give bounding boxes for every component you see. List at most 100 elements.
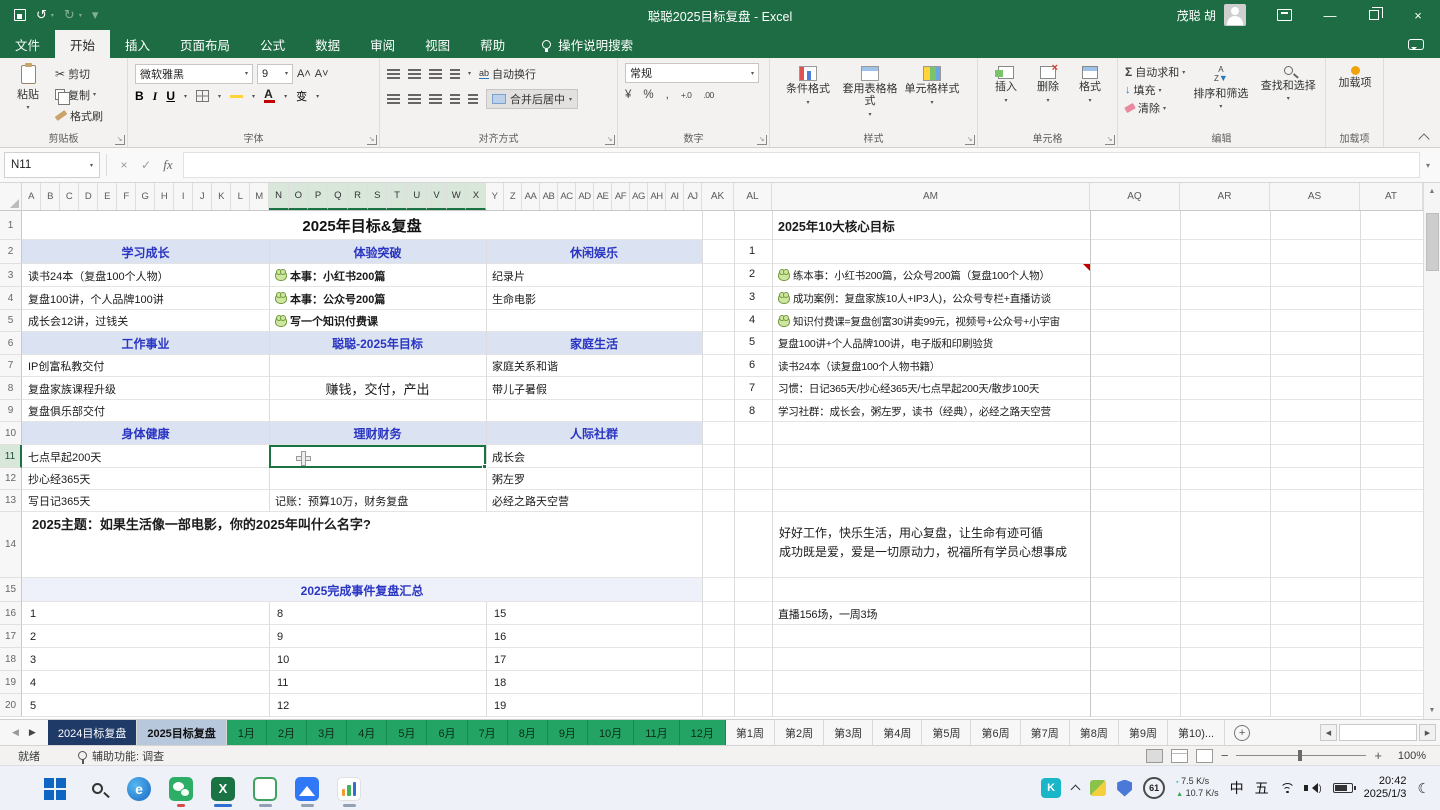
sheet-tab-week[interactable]: 第6周 — [971, 720, 1020, 745]
cell[interactable]: 复盘俱乐部交付 — [22, 400, 269, 422]
column-header-selected[interactable]: S — [368, 183, 388, 210]
cell[interactable]: 8 — [734, 399, 770, 422]
font-family-select[interactable]: 微软雅黑▾ — [135, 64, 253, 84]
restore-button[interactable] — [1352, 0, 1396, 30]
fill-handle[interactable] — [482, 464, 487, 469]
sheet-nav-next-icon[interactable]: ▶ — [29, 727, 36, 738]
font-dialog-launcher[interactable]: ↘ — [367, 135, 377, 145]
sheet-tab-month[interactable]: 12月 — [680, 720, 726, 745]
format-as-table-button[interactable]: 套用表格格式▾ — [839, 63, 901, 131]
section-header[interactable]: 理财财务 — [269, 425, 486, 442]
sheet-tab-month[interactable]: 4月 — [347, 720, 387, 745]
format-cells-button[interactable]: 格式▾ — [1069, 63, 1111, 131]
ribbon-display-options-button[interactable] — [1264, 0, 1308, 30]
cell[interactable]: 10 — [277, 648, 289, 671]
column-header[interactable]: AL — [734, 183, 772, 210]
sheet-nav-prev-icon[interactable]: ◀ — [12, 727, 19, 738]
row-header[interactable]: 2 — [0, 240, 22, 264]
styles-dialog-launcher[interactable]: ↘ — [965, 135, 975, 145]
column-header[interactable]: AB — [540, 183, 558, 210]
column-header[interactable]: AI — [666, 183, 684, 210]
column-header[interactable]: AA — [522, 183, 540, 210]
tab-review[interactable]: 审阅 — [355, 30, 410, 58]
number-dialog-launcher[interactable]: ↘ — [757, 135, 767, 145]
section-header[interactable]: 人际社群 — [486, 425, 702, 442]
row-header[interactable]: 1 — [0, 211, 22, 240]
column-header[interactable]: B — [41, 183, 60, 210]
panel-item[interactable]: 习惯：日记365天/抄心经365天/七点早起200天/散步100天 — [772, 377, 1089, 400]
column-header-selected[interactable]: O — [289, 183, 309, 210]
panel-title-cell[interactable]: 2025年10大核心目标 — [772, 211, 1090, 240]
sheet-tab-month[interactable]: 3月 — [307, 720, 347, 745]
decrease-indent-icon[interactable] — [450, 94, 460, 104]
row-header[interactable]: 10 — [0, 422, 22, 445]
zoom-slider[interactable] — [1236, 755, 1366, 756]
sheet-tab-month[interactable]: 1月 — [227, 720, 267, 745]
cell[interactable]: 纪录片 — [486, 264, 702, 287]
hscroll-left-icon[interactable]: ◀ — [1320, 724, 1337, 741]
tab-page-layout[interactable]: 页面布局 — [165, 30, 245, 58]
section-header[interactable]: 学习成长 — [22, 244, 269, 261]
row-header[interactable]: 4 — [0, 287, 22, 310]
user-name[interactable]: 茂聪 胡 — [1177, 7, 1216, 24]
cell[interactable]: 3 — [734, 286, 770, 309]
tray-app-icon[interactable]: K — [1041, 778, 1061, 798]
screenshot-tool-button[interactable] — [252, 770, 278, 807]
select-all-corner[interactable] — [0, 183, 22, 210]
sheet-tab-month[interactable]: 9月 — [548, 720, 588, 745]
column-header[interactable]: H — [155, 183, 174, 210]
cell[interactable]: 写一个知识付费课 — [269, 310, 486, 332]
hscroll-right-icon[interactable]: ▶ — [1419, 724, 1436, 741]
autosum-button[interactable]: Σ自动求和▾ — [1125, 63, 1185, 81]
expand-formula-bar-icon[interactable]: ▾ — [1426, 161, 1430, 170]
page-break-view-icon[interactable] — [1196, 749, 1213, 763]
column-header[interactable]: Z — [504, 183, 522, 210]
tab-formulas[interactable]: 公式 — [245, 30, 300, 58]
cell[interactable]: 2 — [734, 263, 770, 286]
sheet-tab-week[interactable]: 第2周 — [775, 720, 824, 745]
row-header[interactable]: 20 — [0, 694, 22, 717]
column-header[interactable]: AR — [1180, 183, 1270, 210]
tell-me-search[interactable]: 操作说明搜索 — [542, 30, 633, 58]
cell[interactable]: 七点早起200天 — [22, 445, 269, 468]
copy-button[interactable]: 复制▾ — [55, 84, 103, 105]
night-mode-icon[interactable]: ☾ — [1417, 780, 1430, 797]
tab-insert[interactable]: 插入 — [110, 30, 165, 58]
column-header[interactable]: AK — [702, 183, 734, 210]
cell[interactable]: 5 — [30, 694, 36, 717]
section-header[interactable]: 休闲娱乐 — [486, 244, 702, 261]
sheet-tab-month[interactable]: 2月 — [267, 720, 307, 745]
row-header[interactable]: 12 — [0, 468, 22, 490]
edge-browser-button[interactable]: e — [126, 770, 152, 807]
clear-button[interactable]: 清除▾ — [1125, 99, 1185, 117]
zoom-slider-thumb[interactable] — [1298, 750, 1302, 761]
column-header-selected[interactable]: R — [348, 183, 368, 210]
tab-data[interactable]: 数据 — [300, 30, 355, 58]
cell[interactable]: 写日记365天 — [22, 490, 269, 512]
panel-item[interactable]: 学习社群：成长会，粥左罗，读书（经典），必经之路天空营 — [772, 400, 1089, 422]
column-header[interactable]: AF — [612, 183, 630, 210]
column-header-selected[interactable]: X — [466, 183, 486, 210]
shrink-font-button[interactable]: A˅ — [315, 63, 329, 84]
cell[interactable]: 粥左罗 — [486, 468, 702, 490]
phonetic-button[interactable]: 变 — [296, 88, 307, 104]
user-avatar[interactable] — [1224, 4, 1246, 26]
align-top-icon[interactable] — [387, 69, 400, 79]
tab-help[interactable]: 帮助 — [465, 30, 520, 58]
section-header[interactable]: 聪聪-2025年目标 — [269, 335, 486, 352]
clipboard-dialog-launcher[interactable]: ↘ — [115, 135, 125, 145]
horizontal-scroll-track[interactable] — [1339, 724, 1417, 741]
grid-body[interactable]: 1 2 3 4 5 6 7 8 9 10 11 12 13 14 15 16 1… — [0, 211, 1423, 719]
wifi-icon[interactable] — [1280, 783, 1296, 794]
section-header[interactable]: 体验突破 — [269, 244, 486, 261]
column-header[interactable]: K — [212, 183, 231, 210]
align-right-icon[interactable] — [429, 94, 442, 104]
zoom-in-icon[interactable]: + — [1374, 748, 1382, 763]
customize-qat-icon[interactable]: ▾ — [92, 7, 99, 23]
align-middle-icon[interactable] — [408, 69, 421, 79]
insert-cells-button[interactable]: 插入▾ — [985, 63, 1027, 131]
cell[interactable]: 成长会12讲，过钱关 — [22, 310, 269, 332]
column-header-selected[interactable]: U — [407, 183, 427, 210]
grow-font-button[interactable]: A˄ — [297, 63, 311, 84]
cell[interactable]: 12 — [277, 694, 289, 717]
